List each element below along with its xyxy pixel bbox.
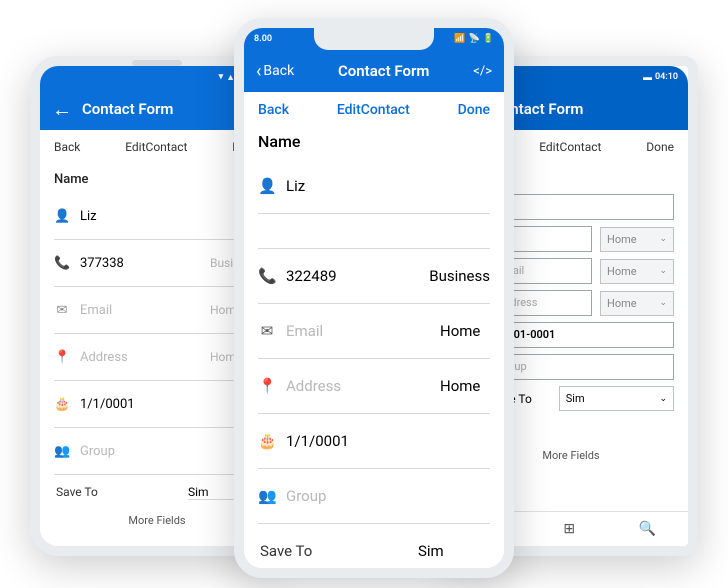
win-search-icon[interactable]: 🔍 — [639, 521, 656, 537]
save-to-select[interactable]: Sim⌄ — [559, 386, 674, 411]
group-field[interactable]: 👥 Group — [54, 428, 260, 475]
wifi-icon: 📡 — [469, 34, 480, 44]
win-home-icon[interactable]: ⊞ — [563, 521, 575, 537]
address-type-select[interactable]: Home⌄ — [600, 291, 674, 316]
phone-field[interactable]: 📞 322489 Business — [258, 249, 490, 304]
status-time: 04:10 — [655, 72, 678, 82]
back-arrow-icon[interactable]: ← — [52, 97, 72, 122]
date-field[interactable]: 🎂 1/1/0001 — [258, 414, 490, 469]
person-icon: 👤 — [258, 177, 276, 195]
email-field[interactable]: ✉ Email Home — [54, 287, 260, 334]
save-to-label: Save To — [56, 485, 98, 500]
navbar: ‹Back Contact Form </> — [244, 50, 504, 92]
back-button[interactable]: ‹Back — [256, 61, 294, 82]
battery-icon: 🔋 — [483, 34, 494, 44]
address-type[interactable]: Home — [440, 377, 490, 395]
subnav-back[interactable]: Back — [54, 140, 80, 154]
page-title: Contact Form — [294, 62, 473, 80]
phone-type-select[interactable]: Home⌄ — [600, 227, 674, 252]
save-to-select[interactable]: Sim — [418, 542, 488, 560]
spacer-line — [258, 218, 490, 249]
date-field[interactable]: 🎂 1/1/0001 — [54, 381, 260, 428]
subnav-done[interactable]: Done — [458, 102, 490, 118]
mail-icon: ✉ — [54, 303, 70, 318]
phone-icon: 📞 — [54, 256, 70, 271]
chevron-down-icon: ⌄ — [659, 234, 667, 244]
chevron-left-icon: ‹ — [256, 61, 261, 82]
email-type[interactable]: Home — [440, 322, 490, 340]
name-input[interactable]: Liz — [490, 194, 674, 220]
chevron-down-icon: ⌄ — [659, 394, 667, 404]
location-icon: 📍 — [54, 350, 70, 365]
subnav-mid: EditContact — [539, 140, 601, 154]
group-icon: 👥 — [54, 444, 70, 459]
email-type-select[interactable]: Home⌄ — [600, 259, 674, 284]
status-time: 8.00 — [254, 34, 272, 44]
subnav-done[interactable]: Done — [646, 140, 674, 154]
sub-nav: Back EditContact Done — [244, 92, 504, 128]
chevron-down-icon: ⌄ — [659, 266, 667, 276]
mail-icon: ✉ — [258, 322, 276, 340]
more-fields-button[interactable]: More Fields — [54, 506, 260, 535]
page-title: Contact Form — [492, 100, 676, 118]
signal-icon: 📶 — [454, 34, 465, 44]
save-to-row: Save To Sim — [258, 524, 490, 566]
chevron-down-icon: ⌄ — [659, 298, 667, 308]
date-input[interactable]: 01-01-0001 — [490, 322, 674, 348]
group-field[interactable]: 👥 Group — [258, 469, 490, 524]
name-label: Name — [258, 132, 490, 151]
location-icon: 📍 — [258, 377, 276, 395]
phone-icon: 📞 — [258, 267, 276, 285]
address-field[interactable]: 📍 Address Home — [54, 334, 260, 381]
subnav-back[interactable]: Back — [258, 102, 289, 118]
subnav-mid: EditContact — [337, 102, 410, 118]
group-input[interactable]: Group — [490, 354, 674, 380]
name-field[interactable]: 👤 Liz — [54, 193, 260, 240]
cake-icon: 🎂 — [258, 432, 276, 450]
email-field[interactable]: ✉ Email Home — [258, 304, 490, 359]
name-label: Name — [54, 172, 260, 187]
person-icon: 👤 — [54, 209, 70, 224]
phone-field[interactable]: 📞 377338 Business — [54, 240, 260, 287]
subnav-mid: EditContact — [125, 140, 187, 154]
group-icon: 👥 — [258, 487, 276, 505]
save-to-row: Save To Sim — [54, 475, 260, 506]
phone-type[interactable]: Business — [429, 267, 490, 285]
code-button[interactable]: </> — [473, 64, 492, 79]
cake-icon: 🎂 — [54, 397, 70, 412]
address-field[interactable]: 📍 Address Home — [258, 359, 490, 414]
name-field[interactable]: 👤 Liz — [258, 159, 490, 214]
save-to-label: Save To — [260, 542, 312, 560]
